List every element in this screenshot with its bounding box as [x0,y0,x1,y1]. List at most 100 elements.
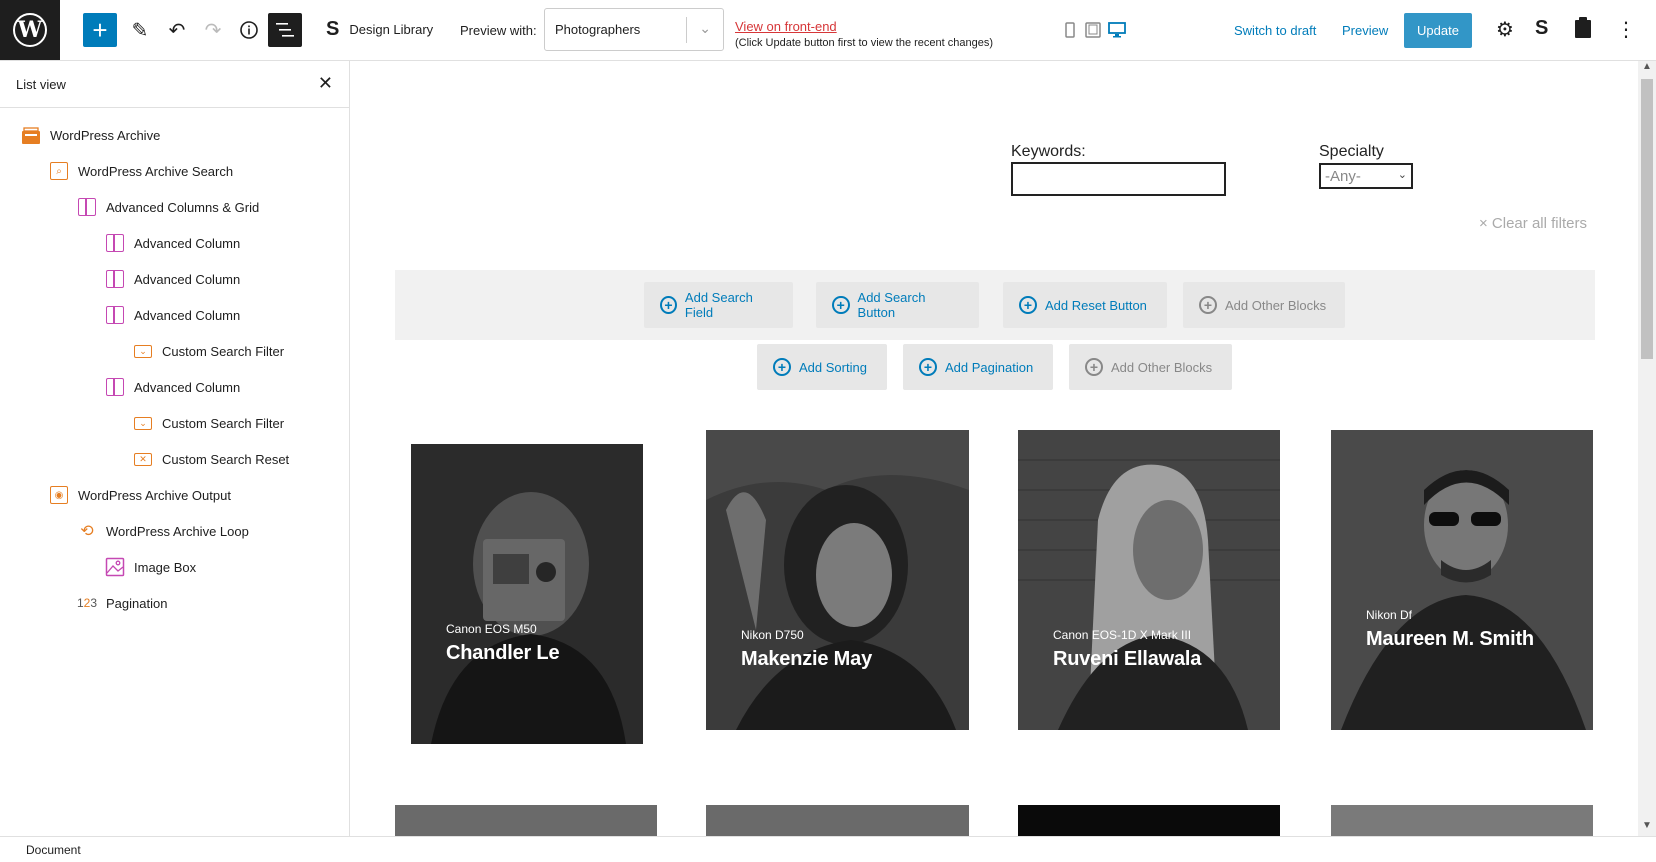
card-camera-label: Nikon D750 [741,628,804,642]
list-item-label: Pagination [106,595,168,611]
add-other-blocks-button[interactable]: + Add Other Blocks [1069,344,1232,390]
wordpress-icon: W [13,13,47,47]
specialty-select[interactable]: -Any- ⌄ [1319,163,1413,189]
stackable-icon: S [1535,17,1549,39]
update-button[interactable]: Update [1404,13,1472,48]
list-item-archive-output[interactable]: ◉ WordPress Archive Output [48,483,231,507]
view-on-front-end-link[interactable]: View on front-end [735,19,837,34]
scrollbar-thumb[interactable] [1641,79,1653,359]
clear-all-filters-link[interactable]: × Clear all filters [1479,215,1587,232]
scroll-down-arrow-icon[interactable]: ▼ [1638,820,1656,836]
tablet-preview-button[interactable] [1085,22,1101,42]
image-box-card[interactable] [1331,805,1593,836]
details-button[interactable] [232,13,266,47]
stackable-settings-button[interactable]: S [1535,17,1548,40]
list-item-label: Advanced Column [134,379,241,395]
close-list-view-button[interactable]: ✕ [318,73,333,94]
list-item-custom-search-reset[interactable]: ✕ Custom Search Reset [132,447,289,471]
wordpress-logo-button[interactable]: W [0,0,60,60]
redo-button[interactable]: ↷ [196,13,230,47]
scroll-up-arrow-icon[interactable]: ▲ [1638,61,1656,77]
card-name-heading: Maureen M. Smith [1366,628,1534,650]
list-item-pagination[interactable]: 123 Pagination [76,591,167,615]
add-sorting-button[interactable]: + Add Sorting [757,344,887,390]
add-other-blocks-button[interactable]: + Add Other Blocks [1183,282,1345,328]
preview-with-select[interactable]: Photographers ⌄ [544,8,724,51]
image-box-card[interactable]: Canon EOS-1D X Mark III Ruveni Ellawala [1018,430,1280,730]
image-box-card[interactable] [1018,805,1280,836]
photographer-photo [706,430,969,730]
list-view-icon [276,23,294,37]
plus-icon: + [92,14,108,45]
list-item-archive-loop[interactable]: ⟲ WordPress Archive Loop [76,519,249,543]
button-label: Add Sorting [799,359,867,375]
tools-button[interactable]: ✎ [123,13,157,47]
button-label: Add Search Button [857,290,926,320]
keywords-input[interactable] [1011,162,1226,196]
list-view-title: List view [16,76,66,92]
canvas-scrollbar[interactable]: ▲ ▼ [1638,61,1656,836]
select-separator [686,17,687,43]
specialty-value: -Any- [1325,167,1361,185]
list-item-advanced-column[interactable]: Advanced Column [104,303,240,327]
image-box-card[interactable]: Nikon Df Maureen M. Smith [1331,430,1593,730]
card-camera-label: Canon EOS M50 [446,622,537,636]
document-breadcrumb[interactable]: Document [26,843,81,857]
mobile-icon [1065,22,1075,38]
desktop-preview-button[interactable] [1108,22,1126,42]
loop-icon: ⟲ [80,523,94,540]
filter-icon: ⌄ [132,340,154,362]
add-circle-icon: + [919,358,937,376]
list-item-columns-grid[interactable]: Advanced Columns & Grid [76,195,259,219]
clipboard-icon [1575,17,1591,38]
add-search-button-button[interactable]: + Add Search Button [816,282,979,328]
pencil-icon: ✎ [131,19,149,42]
editor-canvas: Keywords: Specialty -Any- ⌄ × Clear all … [351,61,1638,836]
column-icon [104,376,126,398]
preview-button[interactable]: Preview [1342,23,1388,38]
image-box-card[interactable]: Canon EOS M50 Chandler Le [411,444,643,744]
mobile-preview-button[interactable] [1064,22,1076,42]
list-item-custom-search-filter[interactable]: ⌄ Custom Search Filter [132,339,284,363]
card-name-heading: Ruveni Ellawala [1053,648,1202,670]
list-item-advanced-column[interactable]: Advanced Column [104,267,240,291]
list-item-wordpress-archive[interactable]: WordPress Archive [20,123,160,147]
search-block-toolbar-area [395,270,1595,340]
list-item-archive-search[interactable]: ⌕ WordPress Archive Search [48,159,233,183]
pagination-icon: 123 [76,596,98,610]
add-circle-icon: + [1085,358,1103,376]
list-item-label: Custom Search Filter [162,343,285,359]
desktop-icon [1108,22,1126,38]
list-item-label: Advanced Column [134,271,241,287]
list-item-advanced-column[interactable]: Advanced Column [104,231,240,255]
button-label: Add Search Field [684,290,753,320]
add-circle-icon: + [1019,296,1037,314]
chevron-down-icon: ⌄ [1397,169,1407,181]
block-breadcrumb-footer: Document [0,836,1656,862]
list-item-label: Custom Search Reset [162,451,290,467]
more-options-button[interactable]: ⋮ [1616,17,1636,42]
image-box-card[interactable] [395,805,657,836]
add-pagination-button[interactable]: + Add Pagination [903,344,1053,390]
close-icon: ✕ [317,73,333,93]
redo-icon: ↷ [204,19,222,42]
image-box-card[interactable]: Nikon D750 Makenzie May [706,430,969,730]
search-icon: ⌕ [48,160,70,182]
chevron-down-icon: ⌄ [699,20,711,36]
list-item-advanced-column[interactable]: Advanced Column [104,375,240,399]
list-item-custom-search-filter[interactable]: ⌄ Custom Search Filter [132,411,284,435]
list-view-button[interactable] [268,13,302,47]
switch-to-draft-button[interactable]: Switch to draft [1234,23,1316,38]
clipboard-button[interactable] [1574,17,1592,45]
list-item-image-box[interactable]: Image Box [104,555,196,579]
add-block-button[interactable]: + [83,13,117,47]
add-reset-button-button[interactable]: + Add Reset Button [1003,282,1167,328]
photographer-photo [411,444,643,744]
photographer-photo [1331,430,1593,730]
add-search-field-button[interactable]: + Add Search Field [644,282,793,328]
image-box-card[interactable] [706,805,969,836]
list-view-header: List view ✕ [0,61,349,108]
settings-button[interactable]: ⚙ [1496,17,1514,42]
design-library-button[interactable]: S Design Library [326,18,433,41]
undo-button[interactable]: ↶ [160,13,194,47]
